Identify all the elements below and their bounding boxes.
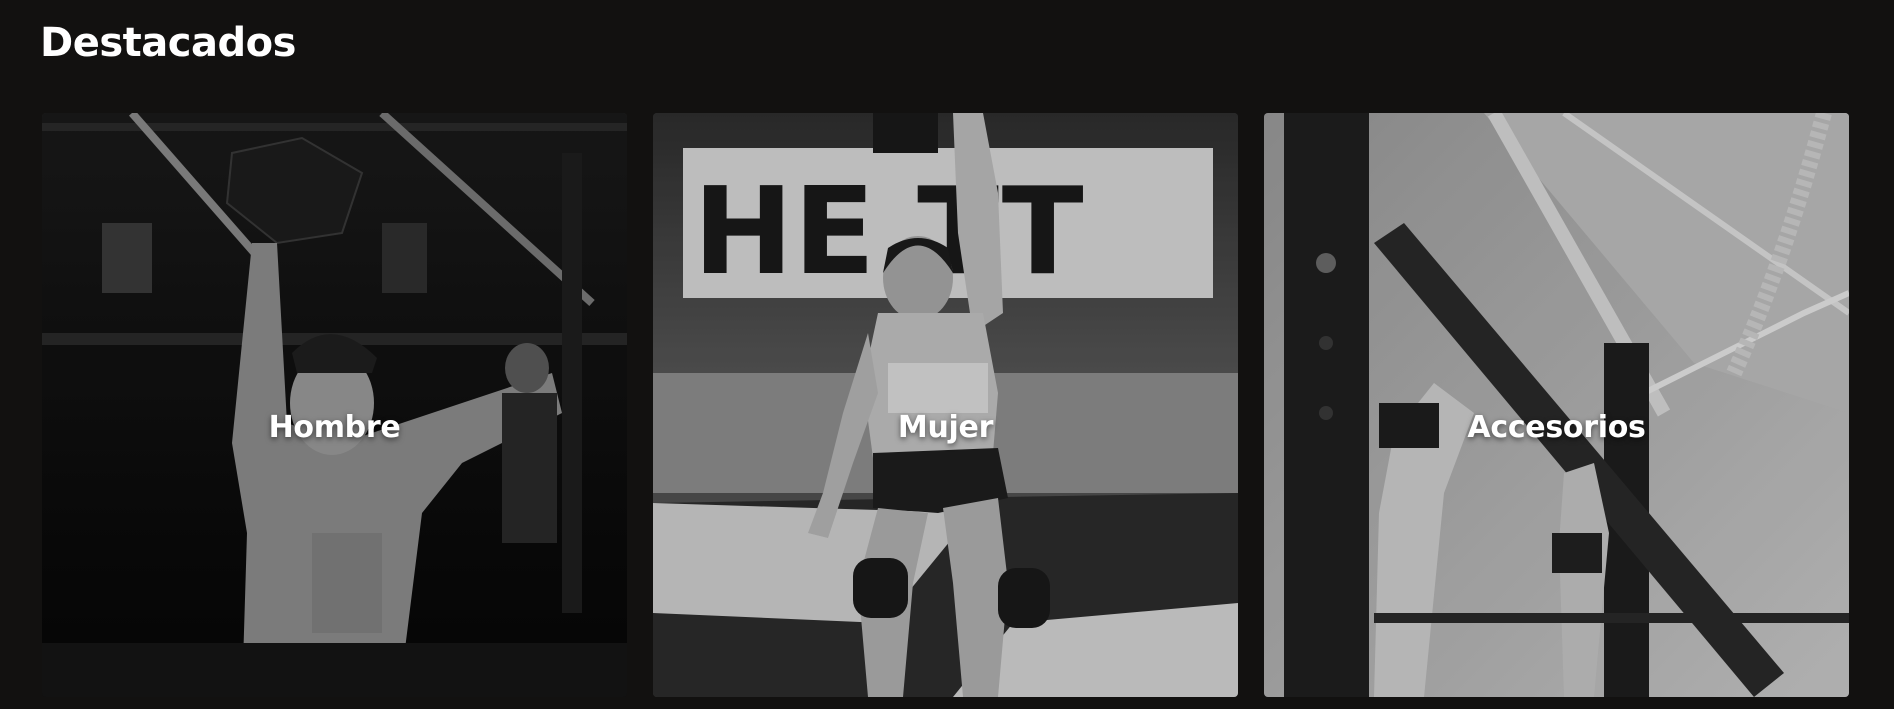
card-overlay <box>653 113 1238 697</box>
card-label-mujer: Mujer <box>897 410 994 445</box>
card-overlay <box>42 113 627 697</box>
card-label-accesorios: Accesorios <box>1467 410 1646 445</box>
section-title: Destacados <box>40 20 296 66</box>
card-hombre[interactable]: Hombre <box>42 113 627 697</box>
card-mujer[interactable]: HE TT Mujer <box>653 113 1238 697</box>
card-label-hombre: Hombre <box>268 410 401 445</box>
card-accesorios[interactable]: Accesorios <box>1264 113 1849 697</box>
card-overlay <box>1264 113 1849 697</box>
featured-cards: Hombre HE TT Mujer Accesorios <box>42 113 1849 697</box>
featured-section: Destacados Hombre HE TT Mujer Accesorios <box>0 0 1894 709</box>
